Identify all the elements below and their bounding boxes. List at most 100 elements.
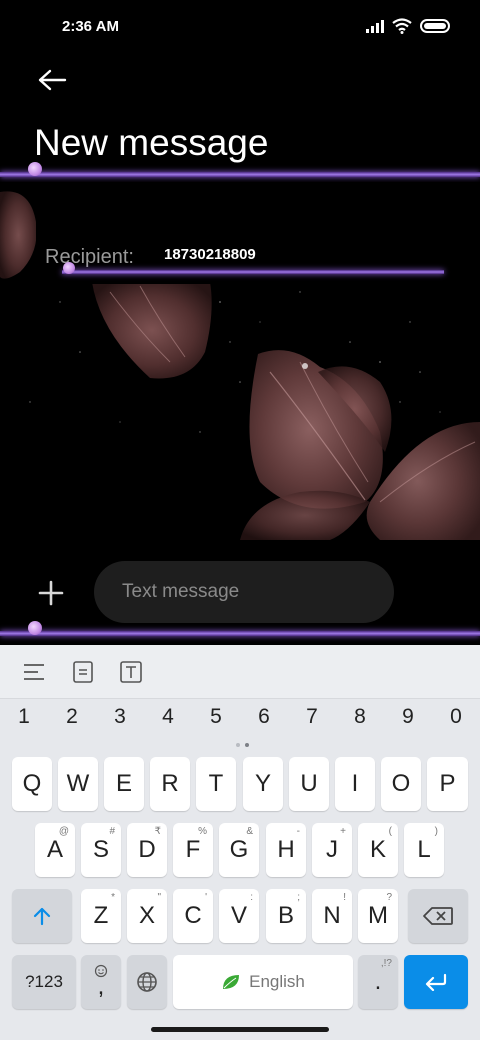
key-hint: ! [343,892,346,903]
key-n[interactable]: ! N [312,889,352,943]
key-7[interactable]: 7 [292,705,332,729]
key-5[interactable]: 5 [196,705,236,729]
key-3[interactable]: 3 [100,705,140,729]
status-bar: 2:36 AM [0,0,480,56]
enter-key[interactable] [404,955,468,1009]
key-label: P [439,770,456,797]
key-u[interactable]: U [289,757,329,811]
text-message-input[interactable] [94,561,394,623]
key-hint: + [340,826,346,837]
key-e[interactable]: E [104,757,144,811]
language-key[interactable] [127,955,167,1009]
key-6[interactable]: 6 [244,705,284,729]
key-1[interactable]: 1 [4,705,44,729]
backspace-key[interactable] [408,889,468,943]
key-9[interactable]: 9 [388,705,428,729]
flower-decoration [28,621,42,635]
key-label: Y [254,770,271,797]
key-label: V [230,902,247,929]
key-v[interactable]: :V [219,889,259,943]
key-i[interactable]: I [335,757,375,811]
period-key[interactable]: ,!?. [358,955,398,1009]
key-t[interactable]: T [196,757,236,811]
key-label: Q [22,770,42,797]
key-8[interactable]: 8 [340,705,380,729]
key-4[interactable]: 4 [148,705,188,729]
key-a[interactable]: @ A [35,823,75,877]
key-hint: ,!? [380,958,392,969]
key-hint: ₹ [154,826,161,837]
page-indicator [236,743,249,747]
key-b[interactable]: ; B [266,889,306,943]
back-button[interactable] [30,60,74,100]
key-label: J [326,836,338,863]
space-key[interactable]: English [173,955,353,1009]
page-title: New message [34,122,269,163]
key-x[interactable]: " X [127,889,167,943]
symbols-key[interactable]: ?123 [12,955,76,1009]
key-label: E [115,770,132,797]
key-label: . [374,968,382,995]
key-j[interactable]: + J [312,823,352,877]
signal-icon [366,19,384,33]
key-l[interactable]: ) L [404,823,444,877]
key-hint: ; [297,892,300,903]
key-label: W [66,770,90,797]
key-c[interactable]: ' C [173,889,213,943]
recipient-underline [62,270,444,274]
key-d[interactable]: ₹ D [127,823,167,877]
flower-decoration [28,162,42,176]
text-format-icon[interactable] [118,659,144,685]
backspace-icon [423,907,453,925]
key-label: N [323,902,341,929]
key-hint: % [198,826,207,837]
key-z[interactable]: * Z [81,889,121,943]
wifi-icon [392,18,412,34]
home-indicator[interactable] [151,1027,329,1032]
key-h[interactable]: -H [266,823,306,877]
align-left-icon[interactable] [21,659,47,685]
key-hint: ) [434,826,438,837]
flower-decoration [63,262,75,274]
key-hint: - [296,826,300,837]
enter-icon [425,973,447,991]
key-label: I [351,770,359,797]
key-p[interactable]: P [427,757,468,811]
key-w[interactable]: W [58,757,98,811]
status-icons [366,18,450,34]
recipient-label: Recipient: [45,246,134,268]
key-label: B [277,902,294,929]
key-label: A [46,836,63,863]
key-label: R [161,770,179,797]
emoji-comma-key[interactable]: , [81,955,121,1009]
add-attachment-button[interactable] [34,576,68,610]
key-g[interactable]: & G [219,823,259,877]
key-hint: ( [388,826,392,837]
globe-icon [137,972,157,992]
key-f[interactable]: % F [173,823,213,877]
key-label: U [300,770,318,797]
battery-icon [420,19,450,33]
key-label: X [138,902,155,929]
shift-key[interactable] [12,889,72,943]
text-box-icon[interactable] [70,659,96,685]
key-s[interactable]: # S [81,823,121,877]
key-hint: " [157,892,161,903]
key-y[interactable]: Y [243,757,283,811]
key-2[interactable]: 2 [52,705,92,729]
key-q[interactable]: Q [12,757,52,811]
key-o[interactable]: O [381,757,421,811]
arrow-left-icon [38,69,67,91]
key-label: G [229,836,249,863]
key-0[interactable]: 0 [436,705,476,729]
key-r[interactable]: R [150,757,190,811]
keyboard: 1 2 3 4 5 6 7 8 9 0 Q W E R T Y U I O P … [0,645,480,1040]
key-label: H [277,836,295,863]
key-hint: ? [386,892,392,903]
recipient-field[interactable]: 18730218809 [164,246,256,263]
key-k[interactable]: (K [358,823,398,877]
key-label: English [249,972,305,991]
key-hint: & [246,826,253,837]
key-hint: : [250,892,253,903]
key-m[interactable]: ? M [358,889,398,943]
